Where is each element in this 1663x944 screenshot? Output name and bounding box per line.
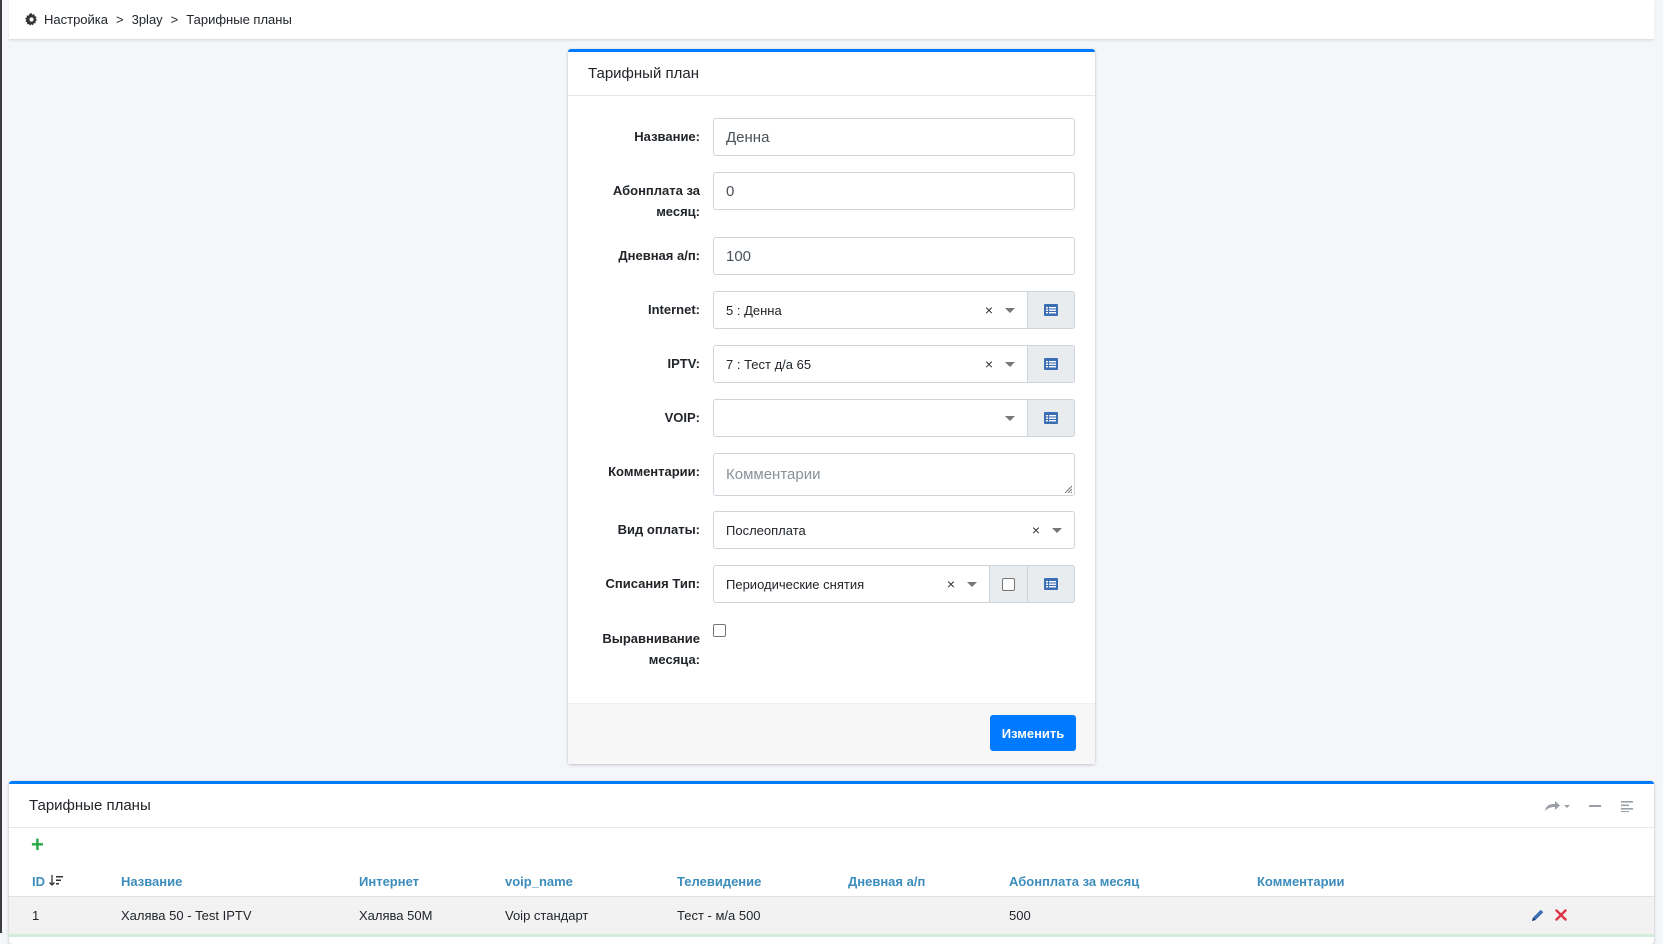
table-header: ID Название Интернет voip_name Телевиден… (9, 866, 1654, 897)
monthly-fee-input[interactable]: 0 (713, 172, 1075, 210)
menu-icon[interactable] (1620, 800, 1634, 812)
chevron-down-icon[interactable] (1005, 415, 1015, 421)
column-header-id[interactable]: ID (32, 874, 63, 889)
payment-type-value: Послеоплата (726, 522, 806, 538)
comments-textarea[interactable]: Комментарии (713, 453, 1075, 496)
voip-list-button[interactable] (1028, 399, 1075, 437)
delete-icon[interactable] (1555, 909, 1567, 921)
daily-fee-input[interactable]: 100 (713, 237, 1075, 275)
column-header-comments[interactable]: Комментарии (1257, 874, 1345, 889)
tariff-plan-form-card: Тарифный план Название: Денна Абонплата … (568, 49, 1095, 764)
column-header-internet[interactable]: Интернет (359, 874, 419, 889)
cell-internet: Халява 50M (359, 908, 433, 923)
voip-select[interactable] (713, 399, 1028, 437)
comments-placeholder: Комментарии (726, 466, 821, 483)
comments-label: Комментарии: (608, 464, 700, 479)
internet-clear-icon[interactable]: × (985, 302, 993, 318)
form-title: Тарифный план (568, 52, 1095, 96)
list-icon (1044, 578, 1058, 590)
cell-monthly: 500 (1009, 908, 1031, 923)
list-icon (1044, 358, 1058, 370)
window-edge (0, 0, 2, 933)
card-tools (1544, 800, 1634, 812)
payment-type-select[interactable]: Послеоплата × (713, 511, 1075, 549)
name-label: Название: (634, 129, 700, 144)
sort-desc-icon[interactable] (48, 875, 63, 887)
breadcrumb-separator: > (116, 12, 124, 27)
daily-fee-label: Дневная а/п: (618, 248, 700, 263)
submit-button[interactable]: Изменить (990, 715, 1076, 751)
column-header-daily[interactable]: Дневная а/п (848, 874, 925, 889)
charge-type-value: Периодические снятия (726, 576, 865, 592)
month-align-label: Выравнивание месяца: (602, 631, 700, 667)
charge-type-checkbox[interactable] (1002, 577, 1015, 591)
cell-name: Халява 50 - Test IPTV (121, 908, 252, 923)
table-row[interactable]: 1 Халява 50 - Test IPTV Халява 50M Voip … (9, 897, 1654, 937)
minimize-icon[interactable] (1588, 800, 1602, 812)
voip-label: VOIP: (664, 410, 700, 425)
column-header-name[interactable]: Название (121, 874, 182, 889)
add-plan-button[interactable]: + (31, 834, 44, 856)
cell-id: 1 (32, 908, 40, 923)
edit-pencil-icon[interactable] (1531, 908, 1545, 922)
cell-voip: Voip стандарт (505, 908, 589, 923)
charge-type-clear-icon[interactable]: × (947, 576, 955, 592)
internet-label: Internet: (648, 302, 700, 317)
charge-type-checkbox-addon (990, 565, 1028, 603)
breadcrumb-item-3play[interactable]: 3play (132, 12, 163, 27)
breadcrumb: Настройка > 3play > Тарифные планы (9, 0, 1654, 40)
breadcrumb-separator: > (170, 12, 179, 27)
payment-type-label: Вид оплаты: (617, 522, 700, 537)
form-footer: Изменить (568, 703, 1095, 764)
iptv-select[interactable]: 7 : Тест д/а 65 × (713, 345, 1028, 383)
chevron-down-icon[interactable] (967, 581, 977, 587)
charge-type-label: Списания Тип: (605, 576, 700, 591)
iptv-select-value: 7 : Тест д/а 65 (726, 356, 812, 372)
list-icon (1044, 412, 1058, 424)
breadcrumb-item-tariff-plans: Тарифные планы (186, 12, 292, 27)
table-title: Тарифные планы (9, 784, 1654, 828)
iptv-label: IPTV: (667, 356, 700, 371)
chevron-down-icon[interactable] (1005, 307, 1015, 313)
internet-select[interactable]: 5 : Денна × (713, 291, 1028, 329)
share-icon[interactable] (1544, 800, 1570, 812)
monthly-fee-label: Абонплата за месяц: (612, 183, 700, 219)
iptv-clear-icon[interactable]: × (985, 356, 993, 372)
chevron-down-icon[interactable] (1052, 527, 1062, 533)
month-align-checkbox[interactable] (713, 624, 726, 637)
charge-type-select[interactable]: Периодические снятия × (713, 565, 990, 603)
chevron-down-icon[interactable] (1005, 361, 1015, 367)
tariff-plans-table-card: Тарифные планы + ID Название Интернет vo… (9, 781, 1654, 944)
cell-tv: Тест - м/а 500 (677, 908, 761, 923)
iptv-list-button[interactable] (1028, 345, 1075, 383)
gear-icon (25, 13, 38, 26)
list-icon (1044, 304, 1058, 316)
resize-grip-icon[interactable] (1064, 485, 1072, 493)
column-header-tv[interactable]: Телевидение (677, 874, 761, 889)
breadcrumb-item-settings[interactable]: Настройка (44, 12, 108, 27)
payment-type-clear-icon[interactable]: × (1032, 522, 1040, 538)
internet-list-button[interactable] (1028, 291, 1075, 329)
column-header-voip[interactable]: voip_name (505, 874, 573, 889)
name-input[interactable]: Денна (713, 118, 1075, 156)
charge-type-list-button[interactable] (1028, 565, 1075, 603)
column-header-monthly[interactable]: Абонплата за месяц (1009, 874, 1139, 889)
internet-select-value: 5 : Денна (726, 302, 782, 318)
